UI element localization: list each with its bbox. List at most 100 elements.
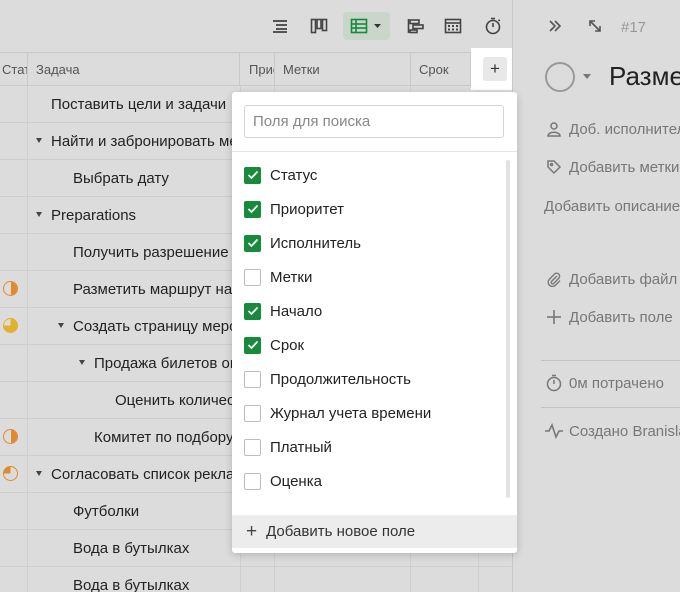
field-option-label: Метки	[270, 268, 313, 286]
field-option[interactable]: Приоритет	[232, 192, 517, 226]
column-header-deadline[interactable]: Срок	[415, 53, 471, 86]
activity-icon	[543, 423, 565, 439]
column-header-status[interactable]: Статус	[0, 53, 28, 86]
table-header: Статус Задача Приоритет Метки Срок	[0, 52, 512, 86]
column-header-task[interactable]: Задача	[32, 53, 240, 86]
checkbox-checked-icon[interactable]	[244, 336, 261, 354]
task-name[interactable]: Вода в бутылках	[73, 530, 189, 566]
task-name[interactable]: Комитет по подбору	[94, 419, 233, 455]
column-header-tags[interactable]: Метки	[279, 53, 411, 86]
status-cell[interactable]	[0, 160, 28, 196]
status-progress-icon[interactable]	[3, 466, 18, 481]
field-option[interactable]: Исполнитель	[232, 226, 517, 260]
field-search-input[interactable]	[244, 105, 504, 138]
add-assignee-label: Доб. исполнителя	[569, 120, 680, 138]
column-header-priority[interactable]: Приоритет	[245, 53, 275, 86]
checkbox-checked-icon[interactable]	[244, 166, 261, 184]
table-view-icon[interactable]	[343, 12, 390, 40]
add-assignee-row[interactable]: Доб. исполнителя	[543, 118, 680, 140]
collapse-panel-icon[interactable]	[547, 18, 563, 39]
checkbox-icon[interactable]	[244, 370, 261, 388]
checkbox-icon[interactable]	[244, 472, 261, 490]
field-option-label: Начало	[270, 302, 323, 320]
board-view-icon[interactable]	[305, 12, 333, 40]
task-name[interactable]: Поставить цели и задачи	[51, 86, 226, 122]
add-tags-row[interactable]: Добавить метки	[543, 156, 679, 178]
stopwatch-icon	[543, 374, 565, 392]
status-cell[interactable]	[0, 86, 28, 122]
timer-icon[interactable]	[480, 12, 506, 40]
status-caret-icon[interactable]	[583, 74, 591, 79]
status-circle-icon[interactable]	[545, 62, 575, 92]
calendar-view-icon[interactable]	[440, 12, 466, 40]
checkbox-icon[interactable]	[244, 404, 261, 422]
status-cell[interactable]	[0, 197, 28, 233]
divider	[541, 407, 680, 408]
ticket-number: #17	[621, 19, 647, 36]
status-cell[interactable]	[0, 234, 28, 270]
field-option[interactable]: Срок	[232, 328, 517, 362]
expand-panel-icon[interactable]	[587, 18, 603, 39]
status-cell[interactable]	[0, 308, 28, 344]
add-description-row[interactable]: Добавить описание	[544, 195, 680, 217]
panel-toolbar: #17	[513, 14, 680, 42]
status-cell[interactable]	[0, 345, 28, 381]
task-detail-panel: #17 Разметить маршрут на карте Доб. испо…	[512, 0, 680, 592]
expand-caret-icon[interactable]	[58, 323, 64, 328]
field-option[interactable]: Продолжительность	[232, 362, 517, 396]
view-toolbar	[0, 0, 512, 52]
status-cell[interactable]	[0, 382, 28, 418]
status-cell[interactable]	[0, 419, 28, 455]
user-icon	[543, 121, 565, 137]
task-name[interactable]: Вода в бутылках	[73, 567, 189, 592]
field-option[interactable]: Журнал учета времени	[232, 396, 517, 430]
checkbox-checked-icon[interactable]	[244, 234, 261, 252]
field-option-label: Журнал учета времени	[270, 404, 432, 422]
plus-icon	[543, 309, 565, 325]
expand-caret-icon[interactable]	[79, 360, 85, 365]
field-option-label: Платный	[270, 438, 332, 456]
add-field-row[interactable]: Добавить поле	[543, 306, 673, 328]
status-cell[interactable]	[0, 530, 28, 566]
field-option-label: Приоритет	[270, 200, 344, 218]
status-cell[interactable]	[0, 123, 28, 159]
status-cell[interactable]	[0, 456, 28, 492]
field-option[interactable]: Платный	[232, 430, 517, 464]
list-view-icon[interactable]	[267, 12, 293, 40]
field-option[interactable]: Оценка	[232, 464, 517, 498]
task-name[interactable]: Найти и забронировать место	[51, 123, 260, 159]
expand-caret-icon[interactable]	[36, 138, 42, 143]
checkbox-checked-icon[interactable]	[244, 200, 261, 218]
task-name[interactable]: Футболки	[73, 493, 139, 529]
task-name[interactable]: Получить разрешение	[73, 234, 229, 270]
checkbox-icon[interactable]	[244, 438, 261, 456]
task-name[interactable]: Preparations	[51, 197, 136, 233]
checkbox-checked-icon[interactable]	[244, 302, 261, 320]
field-picker-dropdown: Статус Приоритет Исполнитель Метки Начало Сро…	[232, 92, 517, 553]
field-option-label: Исполнитель	[270, 234, 361, 252]
field-search-area	[232, 92, 517, 152]
add-file-row[interactable]: Добавить файл	[543, 268, 677, 290]
table-row[interactable]: Вода в бутылках	[0, 567, 512, 592]
status-cell[interactable]	[0, 271, 28, 307]
status-progress-icon[interactable]	[3, 318, 18, 333]
status-progress-icon[interactable]	[3, 281, 18, 296]
task-title[interactable]: Разметить маршрут на карте	[609, 61, 680, 92]
add-new-field-label: Добавить новое поле	[266, 523, 416, 540]
field-option[interactable]: Метки	[232, 260, 517, 294]
field-option[interactable]: Начало	[232, 294, 517, 328]
status-cell[interactable]	[0, 493, 28, 529]
field-option-label: Статус	[270, 166, 318, 184]
task-name[interactable]: Выбрать дату	[73, 160, 169, 196]
task-name[interactable]: Согласовать список рекламы	[51, 456, 255, 492]
field-list-scrollbar[interactable]	[506, 160, 510, 498]
add-new-field-button[interactable]: + Добавить новое поле	[232, 515, 517, 548]
timeline-view-icon[interactable]	[403, 12, 429, 40]
expand-caret-icon[interactable]	[36, 212, 42, 217]
status-progress-icon[interactable]	[3, 429, 18, 444]
expand-caret-icon[interactable]	[36, 471, 42, 476]
checkbox-icon[interactable]	[244, 268, 261, 286]
status-cell[interactable]	[0, 567, 28, 592]
field-option[interactable]: Статус	[232, 158, 517, 192]
time-spent-row[interactable]: 0м потрачено	[543, 372, 664, 394]
